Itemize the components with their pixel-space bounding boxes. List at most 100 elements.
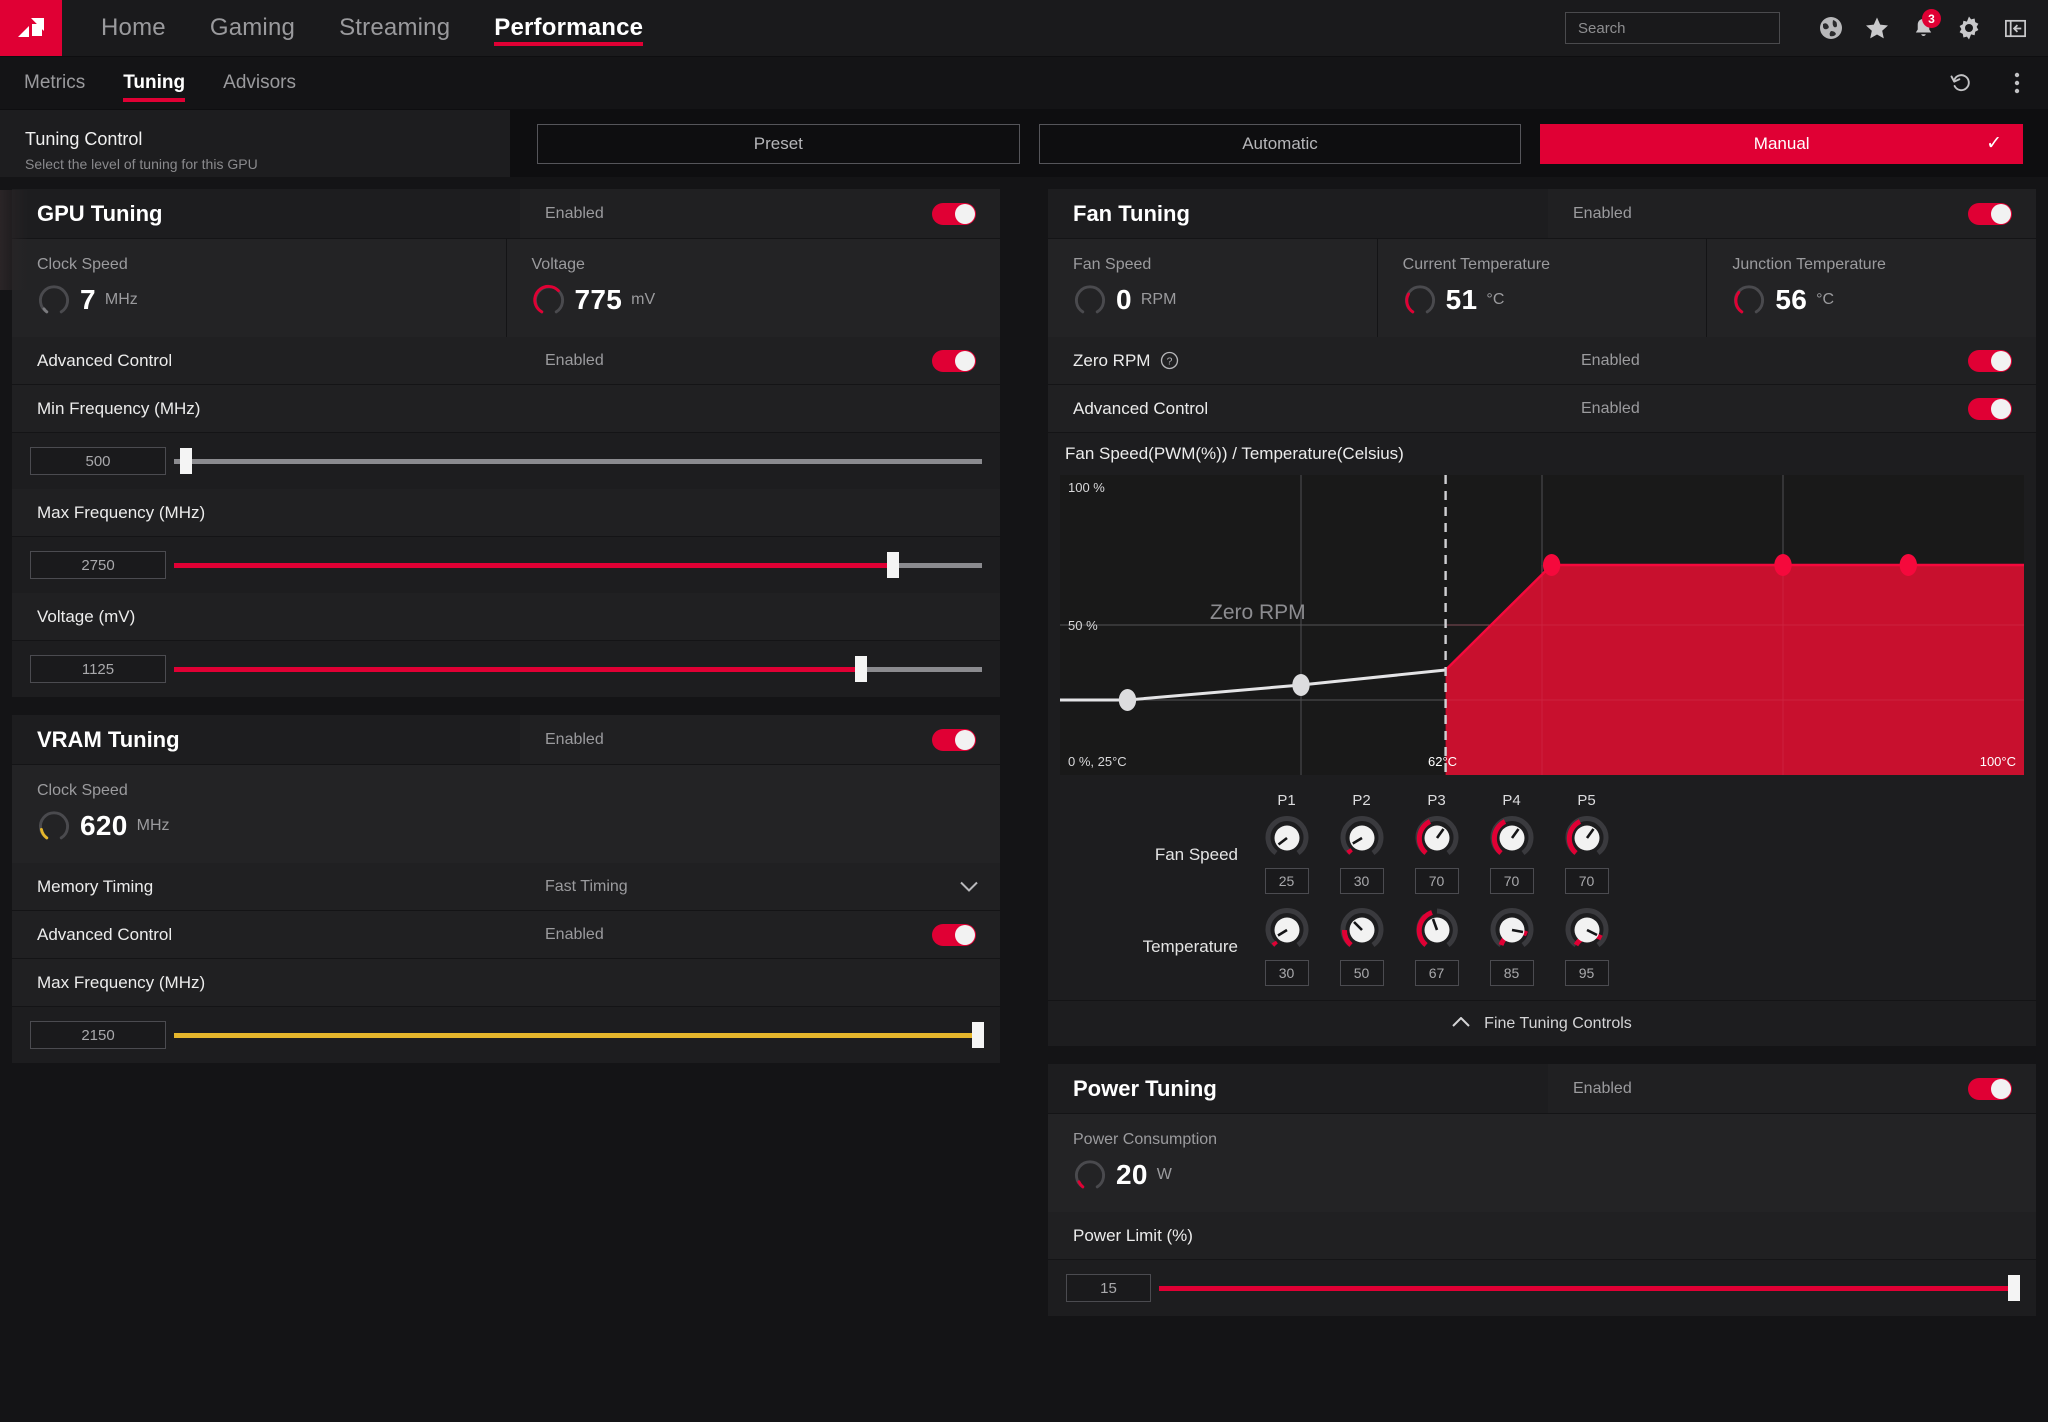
point-header-p4: P4 bbox=[1485, 792, 1538, 816]
fan-tuning-header: Fan Tuning Enabled bbox=[1048, 189, 2036, 239]
zero-rpm-label: Zero RPM bbox=[1073, 351, 1150, 371]
fan-speed-input-p5[interactable]: 70 bbox=[1565, 868, 1609, 894]
fine-tuning-controls-button[interactable]: Fine Tuning Controls bbox=[1048, 1000, 2036, 1046]
vram-tuning-title: VRAM Tuning bbox=[12, 715, 520, 764]
gpu-voltage-knob[interactable] bbox=[855, 656, 867, 682]
temperature-input-p1[interactable]: 30 bbox=[1265, 960, 1309, 986]
gpu-voltage-value[interactable]: 1125 bbox=[30, 655, 166, 683]
nav-label-performance: Performance bbox=[494, 14, 643, 42]
gpu-min-frequency-value[interactable]: 500 bbox=[30, 447, 166, 475]
chart-point-p3[interactable] bbox=[1543, 554, 1560, 576]
vram-max-frequency-slider-row: 2150 bbox=[12, 1007, 1000, 1063]
nav-item-home[interactable]: Home bbox=[79, 0, 188, 56]
power-limit-knob[interactable] bbox=[2008, 1275, 2020, 1301]
vram-advanced-control-enabled-label: Enabled bbox=[545, 926, 604, 944]
slider-fill bbox=[174, 667, 861, 672]
more-icon[interactable] bbox=[2000, 66, 2034, 100]
chart-point-p5[interactable] bbox=[1900, 554, 1917, 576]
fan-speed-input-p1[interactable]: 25 bbox=[1265, 868, 1309, 894]
vram-memory-timing-select[interactable]: Fast Timing bbox=[520, 863, 1000, 910]
gpu-advanced-control-toggle[interactable] bbox=[932, 350, 976, 372]
reset-icon[interactable] bbox=[1944, 66, 1978, 100]
fan-tuning-toggle[interactable] bbox=[1968, 203, 2012, 225]
point-header-p2: P2 bbox=[1335, 792, 1388, 816]
search-box[interactable] bbox=[1565, 12, 1780, 44]
vram-tuning-enabled-row: Enabled bbox=[520, 715, 1000, 764]
gpu-tuning-toggle[interactable] bbox=[932, 203, 976, 225]
temperature-input-p4[interactable]: 85 bbox=[1490, 960, 1534, 986]
chart-point-p1[interactable] bbox=[1119, 689, 1136, 711]
star-icon[interactable] bbox=[1854, 5, 1900, 51]
amd-logo[interactable] bbox=[0, 0, 62, 56]
search-input[interactable] bbox=[1578, 20, 1777, 37]
power-limit-value[interactable]: 15 bbox=[1066, 1274, 1151, 1302]
fan-speed-knob-p5[interactable] bbox=[1565, 816, 1609, 860]
chart-point-p2[interactable] bbox=[1292, 674, 1309, 696]
gpu-voltage-label: Voltage (mV) bbox=[12, 593, 1000, 641]
vram-tuning-toggle[interactable] bbox=[932, 729, 976, 751]
collapse-icon[interactable] bbox=[1992, 5, 2038, 51]
gpu-max-frequency-knob[interactable] bbox=[887, 552, 899, 578]
fan-speed-knob-p1[interactable] bbox=[1265, 816, 1309, 860]
gauge-icon bbox=[1403, 283, 1437, 317]
nav-item-streaming[interactable]: Streaming bbox=[317, 0, 472, 56]
temperature-input-p5[interactable]: 95 bbox=[1565, 960, 1609, 986]
tab-label-metrics: Metrics bbox=[24, 72, 85, 94]
vram-max-frequency-value[interactable]: 2150 bbox=[30, 1021, 166, 1049]
gpu-tuning-enabled-row: Enabled bbox=[520, 189, 1000, 238]
nav-item-performance[interactable]: Performance bbox=[472, 0, 665, 56]
tuning-option-preset-label: Preset bbox=[754, 134, 803, 154]
vram-max-frequency-track[interactable] bbox=[174, 1022, 982, 1048]
temperature-input-p2[interactable]: 50 bbox=[1340, 960, 1384, 986]
bell-icon[interactable]: 3 bbox=[1900, 5, 1946, 51]
fan-advanced-control-toggle[interactable] bbox=[1968, 398, 2012, 420]
tuning-option-preset[interactable]: Preset bbox=[537, 124, 1020, 164]
power-limit-track[interactable] bbox=[1159, 1275, 2018, 1301]
globe-icon[interactable] bbox=[1808, 5, 1854, 51]
fan-curve-chart[interactable]: Zero RPM 100 % 50 % 0 %, 25°C 62°C 100°C bbox=[1060, 475, 2024, 775]
gpu-min-frequency-track[interactable] bbox=[174, 448, 982, 474]
temperature-knob-p3[interactable] bbox=[1415, 908, 1459, 952]
gear-icon[interactable] bbox=[1946, 5, 1992, 51]
tab-metrics[interactable]: Metrics bbox=[5, 57, 104, 109]
power-tuning-toggle[interactable] bbox=[1968, 1078, 2012, 1100]
fan-speed-input-p4[interactable]: 70 bbox=[1490, 868, 1534, 894]
fan-speed-cell-p5: 70 bbox=[1560, 816, 1613, 894]
vram-max-frequency-label: Max Frequency (MHz) bbox=[12, 959, 1000, 1007]
fan-speed-knob-p4[interactable] bbox=[1490, 816, 1534, 860]
nav-item-gaming[interactable]: Gaming bbox=[188, 0, 317, 56]
metric-power-consumption-label: Power Consumption bbox=[1073, 1131, 2036, 1149]
fan-tuning-title: Fan Tuning bbox=[1048, 189, 1548, 238]
vram-tuning-metrics: Clock Speed 620 MHz bbox=[12, 765, 1000, 863]
fan-tuning-metrics: Fan Speed 0 RPM Current Temperature bbox=[1048, 239, 2036, 337]
gpu-max-frequency-value[interactable]: 2750 bbox=[30, 551, 166, 579]
help-icon[interactable]: ? bbox=[1160, 351, 1179, 370]
gpu-min-frequency-knob[interactable] bbox=[180, 448, 192, 474]
tab-advisors[interactable]: Advisors bbox=[204, 57, 315, 109]
fan-speed-input-p3[interactable]: 70 bbox=[1415, 868, 1459, 894]
gpu-max-frequency-track[interactable] bbox=[174, 552, 982, 578]
power-tuning-header: Power Tuning Enabled bbox=[1048, 1064, 2036, 1114]
temperature-input-p3[interactable]: 67 bbox=[1415, 960, 1459, 986]
radeon-software-window: Home Gaming Streaming Performance bbox=[0, 0, 2048, 1422]
gpu-tuning-header: GPU Tuning Enabled bbox=[12, 189, 1000, 239]
tuning-option-automatic[interactable]: Automatic bbox=[1039, 124, 1522, 164]
vram-advanced-control-toggle[interactable] bbox=[932, 924, 976, 946]
temperature-knob-p5[interactable] bbox=[1565, 908, 1609, 952]
fan-speed-knob-p3[interactable] bbox=[1415, 816, 1459, 860]
metric-fan-speed-unit: RPM bbox=[1141, 291, 1177, 309]
fan-speed-knob-p2[interactable] bbox=[1340, 816, 1384, 860]
zero-rpm-toggle[interactable] bbox=[1968, 350, 2012, 372]
gpu-voltage-track[interactable] bbox=[174, 656, 982, 682]
chart-point-p4[interactable] bbox=[1774, 554, 1791, 576]
tab-tuning[interactable]: Tuning bbox=[104, 57, 204, 109]
vram-max-frequency-knob[interactable] bbox=[972, 1022, 984, 1048]
metric-power-consumption-value: 20 bbox=[1116, 1159, 1148, 1191]
tuning-option-manual[interactable]: Manual ✓ bbox=[1540, 124, 2023, 164]
temperature-knob-p4[interactable] bbox=[1490, 908, 1534, 952]
slider-track-bg bbox=[174, 459, 982, 464]
fan-speed-input-p2[interactable]: 30 bbox=[1340, 868, 1384, 894]
fan-speed-cell-p3: 70 bbox=[1410, 816, 1463, 894]
temperature-knob-p1[interactable] bbox=[1265, 908, 1309, 952]
temperature-knob-p2[interactable] bbox=[1340, 908, 1384, 952]
